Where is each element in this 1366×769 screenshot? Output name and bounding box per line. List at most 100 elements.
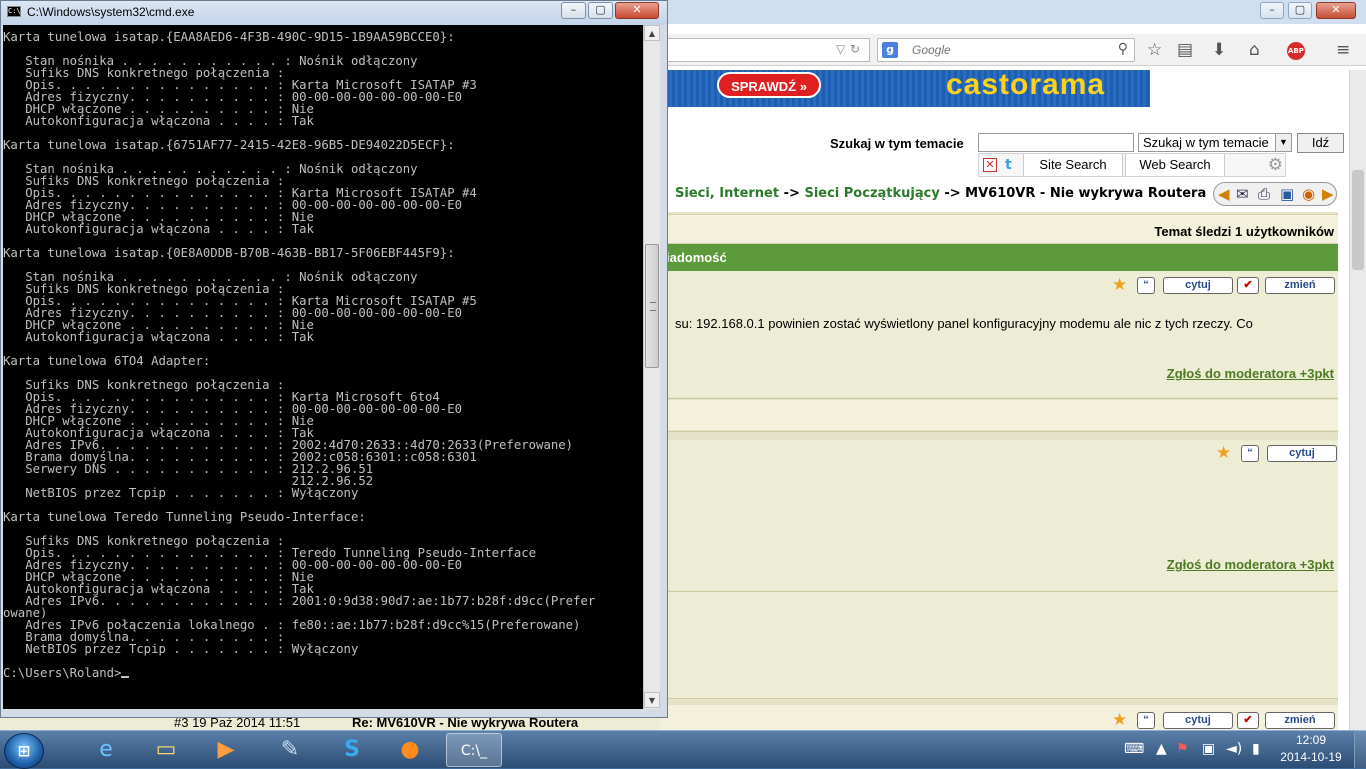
- search-icon[interactable]: ⚲: [1118, 41, 1128, 57]
- start-button[interactable]: ⊞: [4, 733, 44, 769]
- post: ★ “ cytuj ✔ zmień su: 192.168.0.1 powini…: [660, 271, 1338, 397]
- scroll-down-icon[interactable]: ▼: [644, 692, 660, 708]
- reader-icon[interactable]: ▤: [1177, 41, 1193, 59]
- gear-icon[interactable]: ⚙: [1268, 155, 1283, 175]
- check-icon[interactable]: ✔: [1237, 277, 1259, 294]
- quote-button[interactable]: cytuj: [1163, 277, 1233, 294]
- email-icon[interactable]: ✉: [1236, 185, 1249, 203]
- star-icon[interactable]: ★: [1112, 275, 1127, 295]
- check-icon[interactable]: ✔: [1237, 712, 1259, 729]
- console-scrollbar[interactable]: ▲ ▼: [643, 25, 660, 709]
- next-icon[interactable]: ▶: [1322, 185, 1334, 203]
- cmd-taskbar-icon[interactable]: C:\_: [446, 733, 502, 767]
- paint-icon[interactable]: ✎: [262, 733, 318, 767]
- post-body: su: 192.168.0.1 powinien zostać wyświetl…: [675, 316, 1253, 331]
- url-bar[interactable]: ▽ ↻: [660, 38, 870, 62]
- window-title: C:\Windows\system32\cmd.exe: [27, 5, 195, 19]
- home-icon[interactable]: ⌂: [1249, 41, 1260, 59]
- post-actions: ★ “ cytuj ✔ zmień: [1112, 275, 1342, 295]
- page-scrollbar[interactable]: [1349, 70, 1366, 730]
- skype-icon[interactable]: S: [324, 733, 380, 767]
- breadcrumb-separator: ->: [944, 186, 961, 201]
- firefox-icon[interactable]: ●: [382, 733, 438, 767]
- banner-button[interactable]: SPRAWDŹ »: [717, 72, 821, 98]
- breadcrumb-separator: ->: [783, 186, 800, 201]
- close-icon[interactable]: ✕: [983, 158, 997, 172]
- cmd-icon: C:\: [7, 6, 21, 17]
- menu-icon[interactable]: ≡: [1336, 41, 1350, 59]
- breadcrumb-item[interactable]: Sieci, Internet: [660, 186, 779, 201]
- download-icon[interactable]: ⬇: [1212, 41, 1226, 59]
- topic-search-select-value: Szukaj w tym temacie: [1143, 135, 1269, 150]
- edit-button[interactable]: zmień: [1265, 277, 1335, 294]
- search-bar[interactable]: g ⚲: [877, 38, 1135, 62]
- quote-icon[interactable]: “: [1137, 712, 1155, 729]
- explorer-icon[interactable]: ▭: [138, 733, 194, 767]
- dropdown-arrow-icon[interactable]: ▽: [836, 42, 845, 56]
- watch-icon[interactable]: ◉: [1302, 185, 1315, 203]
- quote-button[interactable]: cytuj: [1267, 445, 1337, 462]
- topic-search-input[interactable]: [978, 133, 1134, 152]
- prev-icon[interactable]: ◀: [1218, 185, 1230, 203]
- cmd-titlebar[interactable]: C:\ C:\Windows\system32\cmd.exe – ▢ ✕: [1, 1, 667, 25]
- chevron-up-icon[interactable]: ▲: [1156, 741, 1167, 757]
- volume-icon[interactable]: ◄): [1226, 741, 1242, 757]
- edit-button[interactable]: zmień: [1265, 712, 1335, 729]
- navigation-toolbar: ▽ ↻ g ⚲ ☆ ▤ ⬇ ⌂ ABP ≡: [660, 34, 1366, 66]
- minimize-button[interactable]: –: [561, 2, 586, 19]
- print-icon[interactable]: ⎙: [1258, 185, 1270, 203]
- topic-search-select[interactable]: Szukaj w tym temacie ▼: [1138, 133, 1292, 152]
- site-search-button[interactable]: Site Search: [1023, 154, 1123, 176]
- castorama-banner[interactable]: SPRAWDŹ » castorama: [660, 68, 1150, 107]
- breadcrumb: Sieci, Internet -> Sieci Początkujący ->…: [660, 186, 1206, 202]
- minimize-button[interactable]: –: [1260, 2, 1284, 19]
- console-output[interactable]: Karta tunelowa isatap.{EAA8AED6-4F3B-490…: [3, 25, 643, 709]
- close-button[interactable]: ✕: [615, 2, 659, 19]
- topic-nav-icons: ◀ ✉ ⎙ ▣ ◉ ▶: [1213, 182, 1337, 206]
- maximize-button[interactable]: ▢: [1288, 2, 1312, 19]
- web-search-button[interactable]: Web Search: [1125, 154, 1225, 176]
- maximize-button[interactable]: ▢: [588, 2, 613, 19]
- close-button[interactable]: ✕: [1316, 2, 1356, 19]
- search-input[interactable]: [912, 42, 1112, 58]
- scroll-up-icon[interactable]: ▲: [644, 25, 660, 41]
- flag-icon[interactable]: ⚑: [1176, 741, 1189, 757]
- star-icon[interactable]: ☆: [1147, 41, 1162, 59]
- save-icon[interactable]: ▣: [1280, 185, 1294, 203]
- google-icon[interactable]: g: [882, 42, 898, 58]
- post: ★ “ cytuj Zgłoś do moderatora +3pkt: [660, 440, 1338, 590]
- breadcrumb-item[interactable]: Sieci Początkujący: [804, 186, 939, 201]
- scrollbar-thumb[interactable]: [645, 244, 659, 368]
- watchers-bar: Temat śledzi 1 użytkowników: [660, 214, 1338, 244]
- brand-logo: castorama: [946, 68, 1106, 101]
- power-icon[interactable]: ▮: [1252, 741, 1260, 757]
- star-icon[interactable]: ★: [1216, 443, 1231, 463]
- post-footer: [660, 400, 1338, 430]
- cmd-window: C:\ C:\Windows\system32\cmd.exe – ▢ ✕ Ka…: [0, 0, 668, 718]
- report-link[interactable]: Zgłoś do moderatora +3pkt: [1167, 366, 1334, 381]
- adblock-icon[interactable]: ABP: [1287, 42, 1305, 60]
- quote-icon[interactable]: “: [1137, 277, 1155, 294]
- media-player-icon[interactable]: ▶: [198, 733, 254, 767]
- ie-icon[interactable]: e: [78, 733, 134, 767]
- scrollbar-thumb[interactable]: [1352, 170, 1364, 270]
- star-icon[interactable]: ★: [1112, 710, 1127, 730]
- keyboard-icon[interactable]: ⌨: [1124, 741, 1144, 757]
- reload-icon[interactable]: ↻: [850, 42, 860, 56]
- breadcrumb-current: MV610VR - Nie wykrywa Routera: [965, 186, 1207, 201]
- twitter-icon[interactable]: t: [1005, 157, 1012, 173]
- post-actions: ★ “ cytuj: [1216, 443, 1346, 463]
- grip-icon: [650, 302, 656, 311]
- report-link[interactable]: Zgłoś do moderatora +3pkt: [1167, 557, 1334, 572]
- clock-date[interactable]: 2014-10-19: [1276, 750, 1346, 764]
- firefox-titlebar: – ▢ ✕: [660, 0, 1366, 24]
- go-button[interactable]: Idź: [1297, 133, 1344, 153]
- text-cursor: [121, 676, 130, 678]
- console-text: Karta tunelowa isatap.{EAA8AED6-4F3B-490…: [3, 30, 596, 680]
- network-icon[interactable]: ▣: [1202, 741, 1215, 757]
- chevron-down-icon[interactable]: ▼: [1275, 134, 1291, 151]
- show-desktop-button[interactable]: [1354, 730, 1366, 768]
- clock-time[interactable]: 12:09: [1286, 733, 1336, 747]
- quote-button[interactable]: cytuj: [1163, 712, 1233, 729]
- quote-icon[interactable]: “: [1241, 445, 1259, 462]
